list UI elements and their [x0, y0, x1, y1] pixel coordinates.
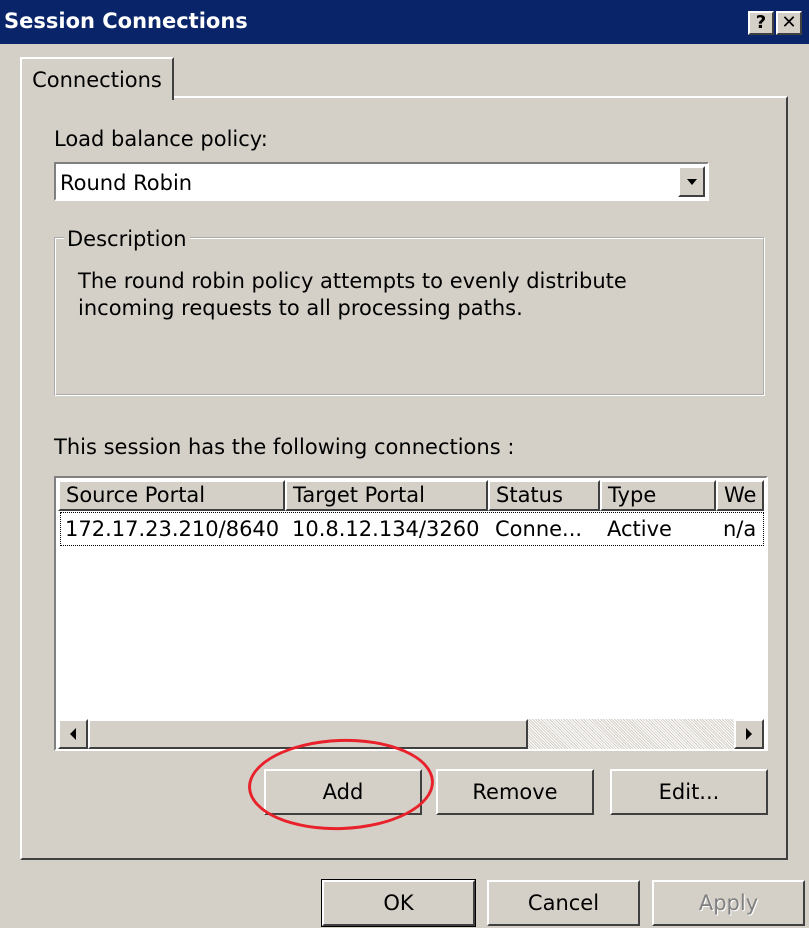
description-text: The round robin policy attempts to evenl…	[78, 269, 627, 320]
add-button[interactable]: Add	[264, 769, 422, 815]
scroll-thumb[interactable]	[88, 719, 528, 749]
description-legend: Description	[64, 227, 190, 251]
help-button[interactable]: ?	[748, 11, 774, 35]
cell-status: Conne...	[495, 517, 583, 541]
table-row[interactable]: 172.17.23.210/8640 10.8.12.134/3260 Conn…	[60, 512, 764, 546]
load-balance-value: Round Robin	[60, 171, 193, 195]
edit-button-label: Edit...	[658, 780, 720, 804]
apply-button-label: Apply	[698, 891, 759, 915]
close-icon: ✕	[781, 12, 797, 33]
cell-type: Active	[607, 517, 672, 541]
scroll-left-button[interactable]	[58, 719, 88, 749]
cell-target-portal: 10.8.12.134/3260	[292, 517, 480, 541]
ok-button-label: OK	[383, 891, 414, 915]
window-title: Session Connections	[4, 9, 248, 33]
load-balance-policy-select[interactable]: Round Robin	[54, 162, 709, 201]
edit-button[interactable]: Edit...	[610, 769, 768, 815]
title-bar: Session Connections ? ✕	[0, 0, 809, 44]
remove-button-label: Remove	[472, 780, 558, 804]
cancel-button-label: Cancel	[527, 891, 600, 915]
cell-weight: n/a	[723, 517, 757, 541]
load-balance-label: Load balance policy:	[54, 127, 268, 151]
add-button-label: Add	[322, 780, 364, 804]
arrow-right-icon	[746, 728, 752, 740]
column-header-type[interactable]: Type	[600, 480, 716, 511]
ok-button[interactable]: OK	[321, 879, 476, 927]
column-header-target-portal[interactable]: Target Portal	[285, 480, 488, 511]
connections-label: This session has the following connectio…	[54, 435, 515, 459]
scroll-right-button[interactable]	[734, 719, 764, 749]
dropdown-button[interactable]	[678, 166, 705, 197]
column-header-source-portal[interactable]: Source Portal	[58, 480, 285, 511]
tab-label: Connections	[32, 67, 162, 92]
chevron-down-icon	[686, 178, 697, 185]
cancel-button[interactable]: Cancel	[487, 880, 640, 926]
remove-button[interactable]: Remove	[436, 769, 594, 815]
apply-button[interactable]: Apply	[652, 880, 805, 926]
connections-list[interactable]: Source Portal Target Portal Status Type …	[54, 476, 768, 751]
column-header-weight[interactable]: We	[716, 480, 764, 511]
cell-source-portal: 172.17.23.210/8640	[65, 517, 280, 541]
tab-connections[interactable]: Connections	[20, 57, 174, 100]
help-icon: ?	[755, 12, 767, 33]
column-header-status[interactable]: Status	[488, 480, 600, 511]
horizontal-scrollbar[interactable]	[58, 719, 764, 749]
arrow-left-icon	[70, 728, 76, 740]
close-button[interactable]: ✕	[776, 11, 802, 35]
